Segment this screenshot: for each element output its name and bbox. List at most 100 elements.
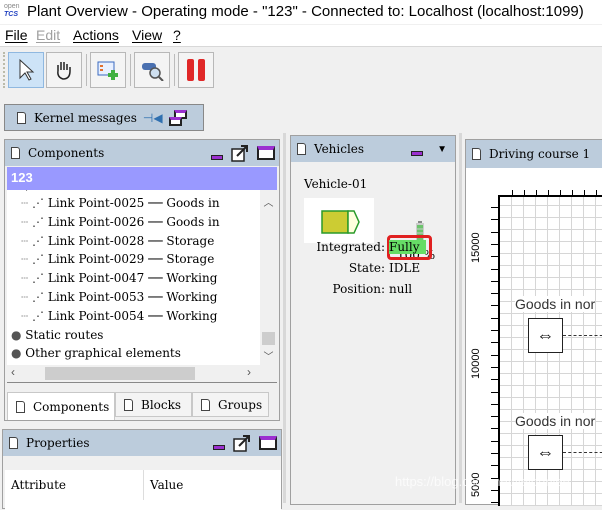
scroll-down-icon[interactable]: ﹀ [260, 348, 277, 363]
splitter[interactable] [459, 133, 462, 503]
tab-blocks[interactable]: Blocks [115, 392, 192, 417]
ruler-tick [491, 280, 499, 282]
vehicle-icon [321, 210, 360, 234]
create-transport-order-button[interactable] [90, 52, 126, 88]
maximize-icon[interactable] [257, 146, 275, 160]
tab-groups[interactable]: Groups [192, 392, 269, 417]
ruler-tick [491, 366, 499, 368]
float-window-icon[interactable] [168, 109, 187, 126]
tree-item-link[interactable]: ┄ ⋰ Link Point-0025 ── Goods in [21, 196, 220, 215]
station-label: Goods in nor [515, 413, 596, 429]
components-tree: ┆ ⋰ Link Point-0023 ── Goods in ┄ ⋰ Link… [7, 190, 277, 383]
ruler-tick [548, 190, 549, 196]
tree-connector: ┄ [21, 233, 33, 248]
menu-actions[interactable]: Actions [73, 27, 119, 43]
ruler-tick [491, 403, 499, 405]
document-icon [16, 400, 25, 413]
splitter[interactable] [283, 133, 286, 503]
select-tool-button[interactable] [8, 52, 44, 88]
ruler-tick [491, 293, 499, 295]
vehicles-title: Vehicles [314, 142, 365, 156]
position-label: Position: [332, 282, 385, 296]
tree-connector: ┄ [21, 214, 33, 229]
tree-folder[interactable]: ● Static routes [11, 328, 103, 347]
column-header-attribute[interactable]: Attribute [11, 478, 66, 492]
ruler-tick [584, 190, 585, 196]
document-icon [472, 148, 481, 160]
maximize-icon[interactable] [259, 436, 277, 450]
components-header: Components [5, 140, 279, 166]
properties-title: Properties [26, 436, 90, 450]
link-icon: ⋰ [32, 290, 48, 304]
vehicles-header: Vehicles ▼ [291, 136, 455, 162]
ruler-tick [491, 354, 499, 356]
ruler-tick [491, 243, 499, 245]
state-label: State: [348, 261, 385, 275]
tree-item-link[interactable]: ┄ ⋰ Link Point-0047 ── Working [21, 271, 217, 290]
ruler-tick [491, 219, 499, 221]
minimize-icon[interactable] [211, 154, 223, 160]
document-icon [297, 143, 306, 155]
float-icon[interactable] [233, 434, 251, 452]
menu-view[interactable]: View [132, 27, 162, 43]
kernel-messages-tab[interactable]: Kernel messages ⊣◀ [4, 104, 204, 131]
h-scrollbar-thumb[interactable] [45, 367, 195, 380]
properties-panel: Properties Attribute Value [2, 429, 282, 510]
app-logo: open TCS [4, 3, 20, 18]
document-icon [124, 398, 133, 411]
x-axis-ruler [498, 195, 602, 197]
ruler-tick [596, 190, 597, 196]
scroll-right-icon[interactable]: › [247, 365, 251, 379]
ruler-tick [491, 502, 499, 504]
scroll-left-icon[interactable]: ‹ [11, 365, 15, 379]
minimize-icon[interactable] [411, 150, 424, 156]
float-icon[interactable] [231, 144, 249, 162]
toolbar-grip[interactable] [3, 52, 6, 88]
link-icon: ⋰ [32, 308, 48, 323]
menu-help[interactable]: ? [173, 27, 181, 43]
tree-item-link[interactable]: ┄ ⋰ Link Point-0029 ── Storage [21, 252, 214, 271]
properties-header: Properties [3, 430, 281, 456]
document-icon [17, 111, 26, 124]
link-icon: ⋰ [32, 252, 48, 267]
tree-item-link[interactable]: ┄ ⋰ Link Point-0028 ── Storage [21, 234, 214, 253]
ruler-tick [572, 190, 573, 196]
ruler-tick [491, 379, 499, 381]
selected-model-row[interactable]: 123 [7, 167, 277, 190]
tree-item-link[interactable]: ┄ ⋰ Link Point-0054 ── Working [21, 309, 217, 328]
components-tabs: Components Blocks Groups [5, 392, 281, 420]
dropdown-arrow-icon[interactable]: ▼ [437, 144, 447, 155]
pan-tool-button[interactable] [46, 52, 82, 88]
ruler-tick [536, 190, 537, 196]
pin-icon[interactable]: ⊣◀ [143, 111, 163, 125]
tree-item-link[interactable]: ┄ ⋰ Link Point-0026 ── Goods in [21, 215, 220, 234]
ruler-tick [491, 391, 499, 393]
driving-course-title: Driving course 1 [489, 147, 591, 161]
vertical-scrollbar[interactable]: ︿ ﹀ [260, 190, 277, 365]
find-vehicle-icon [142, 63, 164, 81]
ruler-tick [491, 268, 499, 270]
vehicle-card[interactable]: Vehicle-01 100 % [291, 162, 455, 302]
minimize-icon[interactable] [213, 444, 225, 450]
menu-file[interactable]: File [5, 27, 28, 43]
tab-components[interactable]: Components [7, 392, 115, 420]
ruler-tick [491, 440, 499, 442]
scroll-up-icon[interactable]: ︿ [260, 194, 277, 209]
document-icon [201, 398, 210, 411]
kernel-messages-label: Kernel messages [34, 110, 137, 125]
column-header-value[interactable]: Value [150, 478, 183, 492]
scrollbar-thumb[interactable] [262, 332, 275, 345]
tree-item-link[interactable]: ┄ ⋰ Link Point-0053 ── Working [21, 290, 217, 309]
pause-vehicles-icon [187, 59, 205, 81]
tree-connector: ┄ [21, 308, 33, 323]
find-vehicle-button[interactable] [134, 52, 170, 88]
tree-folder[interactable]: ● Other graphical elements [11, 346, 181, 365]
ruler-tick [491, 305, 499, 307]
station-location[interactable]: ⇔ [528, 435, 563, 470]
station-location[interactable]: ⇔ [528, 318, 563, 353]
pause-all-vehicles-button[interactable] [178, 52, 214, 88]
link-icon: ⋰ [32, 196, 48, 210]
bullet-icon: ● [11, 327, 26, 342]
tree-connector: ┄ [21, 290, 33, 304]
horizontal-scrollbar[interactable]: ‹ › [7, 365, 277, 382]
